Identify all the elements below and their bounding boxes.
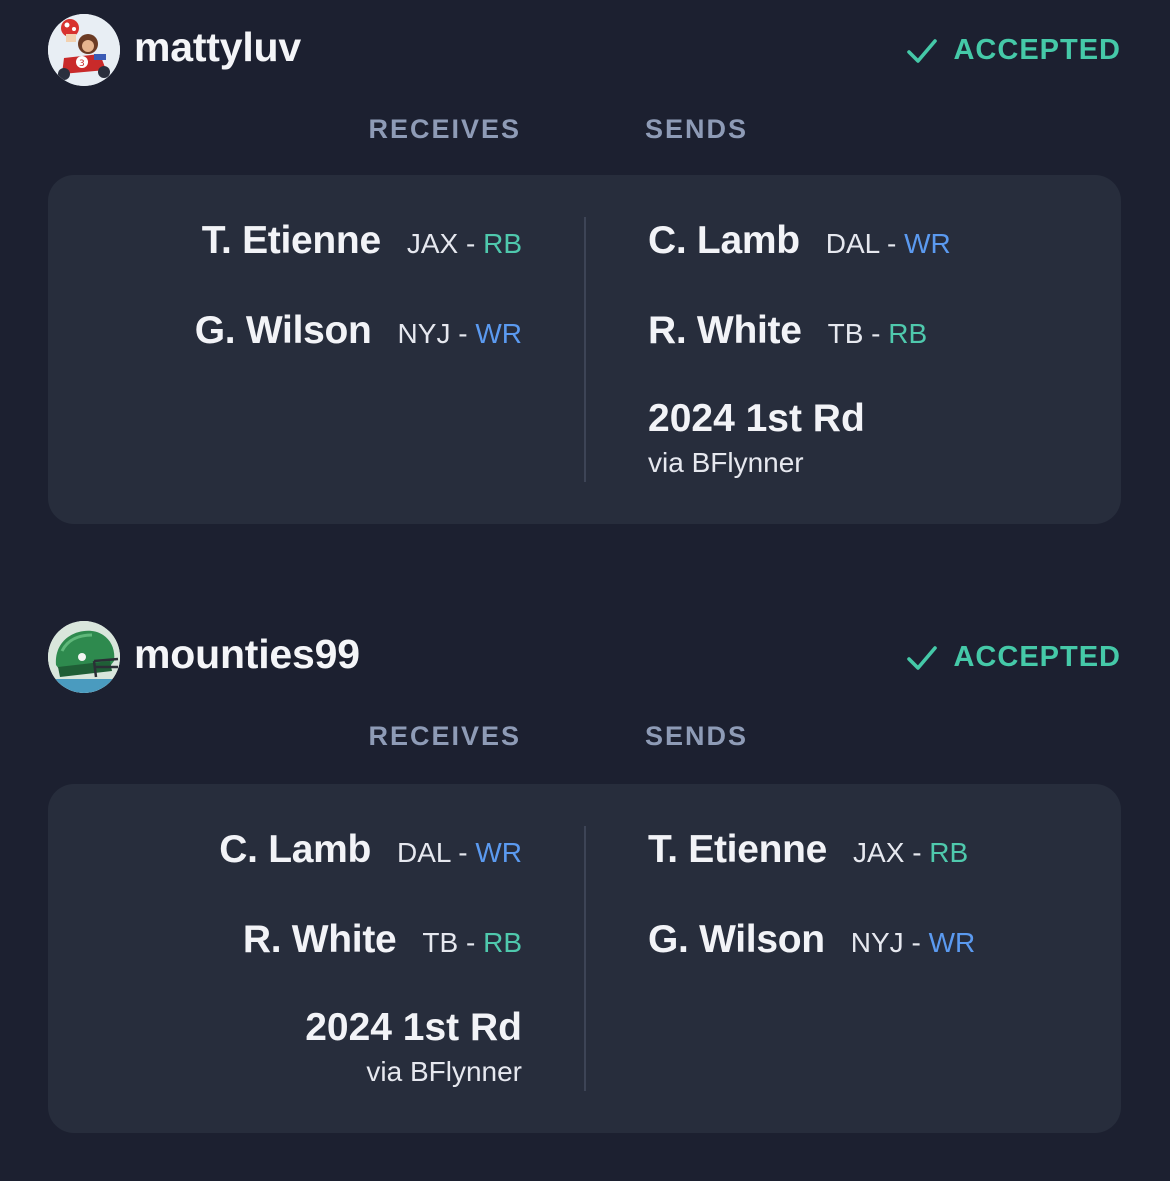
username[interactable]: mounties99 [134, 631, 360, 678]
username[interactable]: mattyluv [134, 24, 301, 71]
player-name: R. White [242, 918, 397, 961]
player-row[interactable]: C. Lamb DAL - WR [219, 828, 522, 872]
player-row[interactable]: G. Wilson NYJ - WR [648, 918, 975, 962]
player-meta: JAX - RB [407, 228, 522, 260]
team: NYJ [397, 318, 451, 349]
position: RB [888, 318, 928, 349]
separator: - [912, 837, 922, 868]
status-badge: ACCEPTED [907, 641, 1121, 674]
separator: - [458, 318, 468, 349]
player-meta: TB - RB [828, 318, 928, 350]
team: DAL [397, 837, 451, 868]
user-avatar[interactable]: 3 [48, 14, 120, 86]
draft-pick[interactable]: 2024 1st Rd via BFlynner [305, 1006, 522, 1088]
receives-header: RECEIVES [368, 721, 521, 751]
player-meta: TB - RB [422, 927, 522, 959]
user-avatar[interactable] [48, 621, 120, 693]
receives-header: RECEIVES [368, 114, 521, 144]
player-name: G. Wilson [194, 309, 372, 352]
position: WR [928, 927, 976, 958]
trade-card: C. Lamb DAL - WR R. White TB - RB 2024 1… [48, 784, 1121, 1133]
trade-card: T. Etienne JAX - RB G. Wilson NYJ - WR C… [48, 175, 1121, 524]
player-meta: NYJ - WR [851, 927, 975, 959]
position: WR [475, 318, 522, 349]
position: RB [929, 837, 969, 868]
party-header: mounties99 ACCEPTED [48, 621, 1121, 697]
player-row[interactable]: R. White TB - RB [648, 309, 927, 353]
separator: - [911, 927, 921, 958]
kart-racer-avatar-icon: 3 [48, 14, 120, 86]
player-name: C. Lamb [648, 219, 800, 262]
player-row[interactable]: T. Etienne JAX - RB [648, 828, 968, 872]
draft-pick-title: 2024 1st Rd [305, 1006, 522, 1049]
player-row[interactable]: T. Etienne JAX - RB [202, 219, 522, 263]
player-name: T. Etienne [201, 219, 381, 262]
trade-party-mounties99: mounties99 ACCEPTED RECEIVES SENDS C. La… [0, 621, 1170, 1141]
column-divider [584, 217, 586, 482]
green-helmet-avatar-icon [48, 621, 120, 693]
draft-pick-title: 2024 1st Rd [648, 397, 865, 440]
team: NYJ [850, 927, 904, 958]
position: WR [475, 837, 522, 868]
column-divider [584, 826, 586, 1091]
party-header: 3 mattyluv ACCEPTED [48, 14, 1121, 90]
svg-text:3: 3 [79, 59, 85, 69]
status-badge: ACCEPTED [907, 34, 1121, 67]
player-meta: DAL - WR [826, 228, 951, 260]
status-label: ACCEPTED [953, 34, 1121, 66]
team: JAX [853, 837, 905, 868]
player-name: G. Wilson [648, 918, 825, 961]
team: DAL [825, 228, 880, 259]
player-name: R. White [648, 309, 802, 352]
player-meta: NYJ - WR [398, 318, 522, 350]
separator: - [465, 927, 476, 958]
trade-party-mattyluv: 3 mattyluv ACCEPTED RECEIVES SENDS T. Et… [0, 14, 1170, 534]
sends-header: SENDS [645, 721, 749, 751]
separator: - [871, 318, 881, 349]
status-label: ACCEPTED [953, 641, 1121, 673]
player-row[interactable]: C. Lamb DAL - WR [648, 219, 951, 263]
draft-pick-via: via BFlynner [648, 447, 804, 478]
draft-pick[interactable]: 2024 1st Rd via BFlynner [648, 397, 865, 479]
position: RB [483, 927, 522, 958]
player-row[interactable]: G. Wilson NYJ - WR [195, 309, 522, 353]
player-row[interactable]: R. White TB - RB [243, 918, 522, 962]
team: JAX [406, 228, 459, 259]
player-meta: JAX - RB [853, 837, 968, 869]
separator: - [465, 228, 476, 259]
draft-pick-via: via BFlynner [366, 1056, 522, 1087]
team: TB [827, 318, 864, 349]
check-icon [907, 645, 938, 670]
separator: - [886, 228, 897, 259]
separator: - [458, 837, 468, 868]
player-name: T. Etienne [648, 828, 828, 871]
team: TB [422, 927, 459, 958]
position: RB [483, 228, 522, 259]
sends-header: SENDS [645, 114, 749, 144]
check-icon [907, 38, 938, 63]
position: WR [904, 228, 951, 259]
player-name: C. Lamb [219, 828, 372, 871]
player-meta: DAL - WR [397, 837, 522, 869]
